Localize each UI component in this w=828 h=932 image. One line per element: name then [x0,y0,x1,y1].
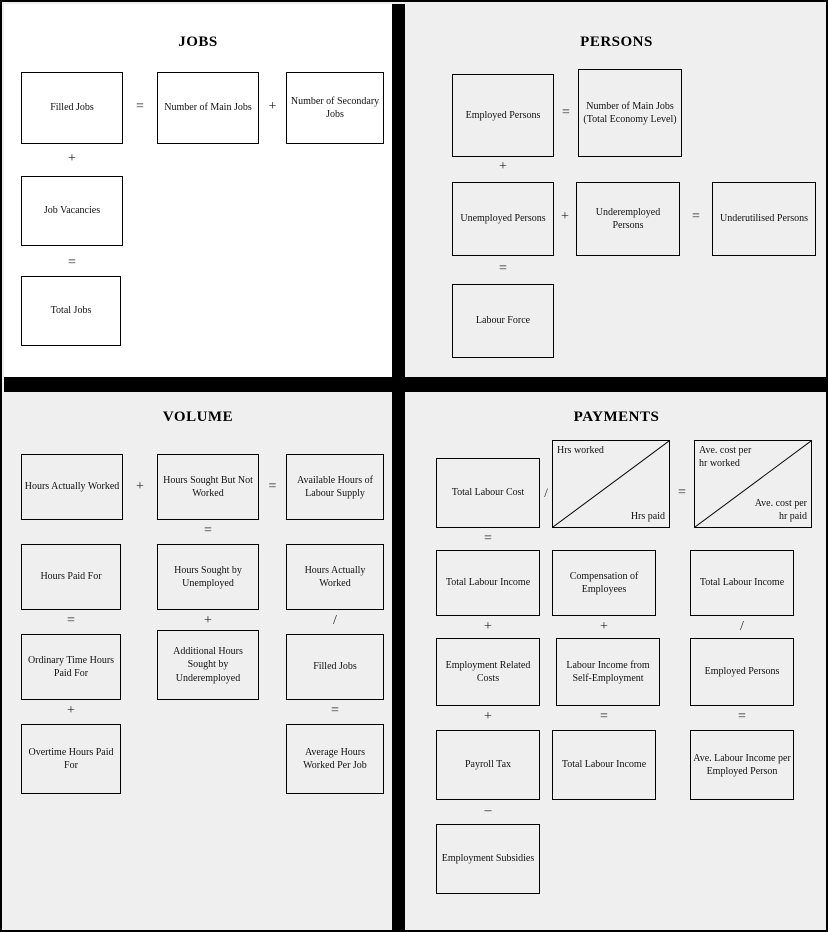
payments-box-compensation-of-employees: Compensation of Employees [552,550,656,616]
payments-splitbox-ave-cost: Ave. cost per hr worked Ave. cost per hr… [694,440,812,528]
volume-operator-equals-1: = [268,479,277,494]
payments-box-total-labour-income-2: Total Labour Income [690,550,794,616]
persons-box-underemployed-persons: Underemployed Persons [576,182,680,256]
payments-box-payroll-tax: Payroll Tax [436,730,540,800]
quadrant-volume: VOLUME Hours Actually Worked + Hours Sou… [4,392,392,930]
vertical-divider [392,4,405,930]
payments-operator-plus-1: + [484,619,492,634]
horizontal-divider [4,377,826,392]
payments-splitbox-ave-cost-top-label: Ave. cost per hr worked [699,445,752,469]
payments-box-labour-income-from-self-employment: Labour Income from Self-Employment [556,638,660,706]
payments-box-employment-subsidies: Employment Subsidies [436,824,540,894]
persons-operator-plus-1: + [499,159,507,174]
payments-operator-plus-3: + [484,709,492,724]
persons-box-unemployed-persons: Unemployed Persons [452,182,554,256]
jobs-operator-equals-2: = [68,255,76,270]
quadrant-jobs: JOBS Filled Jobs = Number of Main Jobs +… [4,4,392,377]
jobs-operator-plus-1: + [268,99,277,114]
persons-box-labour-force: Labour Force [452,284,554,358]
volume-box-ordinary-time-hours-paid-for: Ordinary Time Hours Paid For [21,634,121,700]
payments-box-employment-related-costs: Employment Related Costs [436,638,540,706]
jobs-box-number-of-main-jobs: Number of Main Jobs [157,72,259,144]
payments-operator-plus-2: + [600,619,608,634]
volume-operator-equals-4: = [331,703,339,718]
payments-splitbox-hours-top-label: Hrs worked [557,445,604,456]
payments-splitbox-ave-cost-bottom-label: Ave. cost per hr paid [754,498,807,522]
payments-box-total-labour-income-1: Total Labour Income [436,550,540,616]
volume-operator-divide-1: / [333,613,337,628]
jobs-box-filled-jobs: Filled Jobs [21,72,123,144]
volume-box-hours-sought-but-not-worked: Hours Sought But Not Worked [157,454,259,520]
persons-box-employed-persons: Employed Persons [452,74,554,157]
payments-title: PAYMENTS [573,409,660,425]
volume-operator-equals-2: = [204,523,212,538]
jobs-operator-equals-1: = [136,99,144,114]
payments-operator-equals-1: = [678,485,686,500]
persons-title: PERSONS [580,34,653,50]
persons-operator-equals-1: = [562,105,570,120]
jobs-box-job-vacancies: Job Vacancies [21,176,123,246]
volume-box-filled-jobs: Filled Jobs [286,634,384,700]
persons-box-underutilised-persons: Underutilised Persons [712,182,816,256]
persons-operator-equals-2: = [692,209,700,224]
jobs-title: JOBS [178,34,218,50]
volume-operator-equals-3: = [67,613,75,628]
volume-operator-plus-2: + [204,613,212,628]
jobs-box-total-jobs: Total Jobs [21,276,121,346]
payments-operator-equals-4: = [738,709,746,724]
jobs-box-number-of-secondary-jobs: Number of Secondary Jobs [286,72,384,144]
volume-box-available-hours-of-labour-supply: Available Hours of Labour Supply [286,454,384,520]
payments-operator-minus-1: – [484,803,492,818]
labour-statistics-framework-diagram: JOBS Filled Jobs = Number of Main Jobs +… [0,0,828,932]
volume-box-average-hours-worked-per-job: Average Hours Worked Per Job [286,724,384,794]
persons-operator-equals-3: = [499,261,507,276]
volume-box-hours-paid-for: Hours Paid For [21,544,121,610]
persons-operator-plus-2: + [561,209,569,224]
jobs-operator-plus-2: + [68,151,76,166]
payments-splitbox-hours: Hrs worked Hrs paid [552,440,670,528]
payments-box-total-labour-income-3: Total Labour Income [552,730,656,800]
quadrant-payments: PAYMENTS Total Labour Cost / Hrs worked … [405,392,826,930]
persons-box-number-of-main-jobs-total-economy: Number of Main Jobs (Total Economy Level… [578,69,682,157]
volume-box-overtime-hours-paid-for: Overtime Hours Paid For [21,724,121,794]
volume-box-hours-actually-worked: Hours Actually Worked [21,454,123,520]
payments-operator-divide-2: / [740,619,744,634]
volume-box-hours-sought-by-unemployed: Hours Sought by Unemployed [157,544,259,610]
payments-box-ave-labour-income-per-employed-person: Ave. Labour Income per Employed Person [690,730,794,800]
volume-operator-plus-1: + [136,479,144,494]
volume-box-hours-actually-worked-2: Hours Actually Worked [286,544,384,610]
payments-box-employed-persons: Employed Persons [690,638,794,706]
quadrant-persons: PERSONS Employed Persons = Number of Mai… [405,4,826,377]
volume-title: VOLUME [162,409,234,425]
volume-operator-plus-3: + [67,703,75,718]
payments-operator-divide-1: / [544,485,548,500]
payments-operator-equals-2: = [484,531,492,546]
payments-splitbox-hours-bottom-label: Hrs paid [630,510,665,522]
payments-operator-equals-3: = [600,709,608,724]
payments-box-total-labour-cost: Total Labour Cost [436,458,540,528]
volume-box-additional-hours-sought-by-underemployed: Additional Hours Sought by Underemployed [157,630,259,700]
